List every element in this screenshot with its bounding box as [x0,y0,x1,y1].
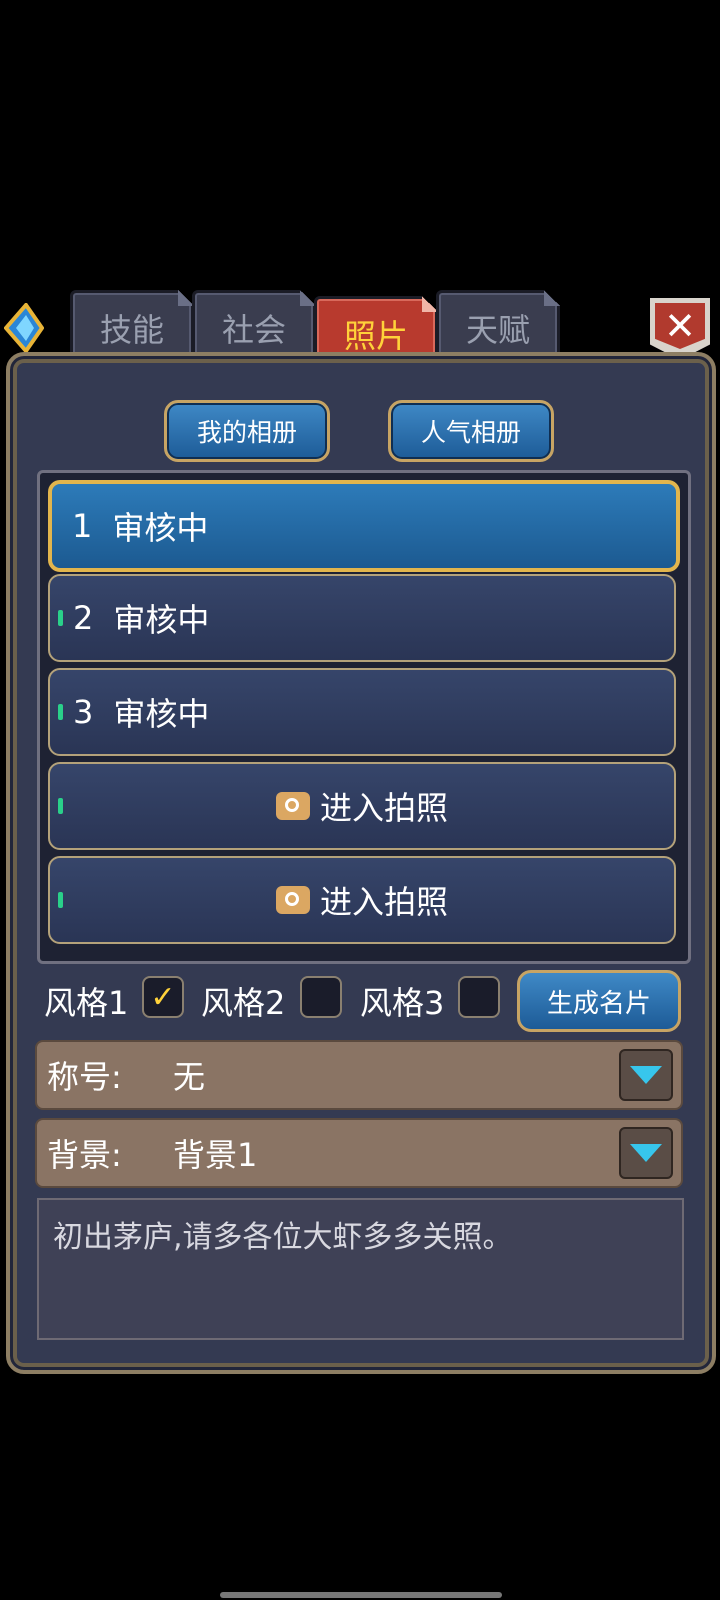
signature-input[interactable]: 初出茅庐,请多各位大虾多多关照。 [37,1198,684,1340]
background-dropdown-button[interactable] [619,1127,673,1179]
tab-label: 天赋 [465,311,530,349]
check-icon: ✓ [150,979,176,1015]
title-select[interactable]: 称号: 无 [35,1040,683,1110]
photo-slot-1[interactable]: 1 审核中 [48,480,680,572]
close-button[interactable]: ✕ [650,298,710,360]
close-icon: ✕ [655,303,705,349]
background-value: 背景1 [173,1136,258,1174]
camera-icon [275,886,310,914]
home-indicator[interactable] [220,1592,502,1598]
photo-slot-2[interactable]: 2 审核中 [48,574,676,662]
photo-slot-4[interactable]: 进入拍照 [48,762,676,850]
slot-number: 2 [73,599,94,637]
slot-indicator [58,892,63,908]
signature-text: 初出茅庐,请多各位大虾多多关照。 [53,1220,513,1255]
take-photo-label: 进入拍照 [319,883,448,921]
tab-label: 技能 [99,311,164,349]
title-dropdown-button[interactable] [619,1049,673,1101]
slot-number: 3 [73,693,94,731]
background-select[interactable]: 背景: 背景1 [35,1118,683,1188]
title-value: 无 [173,1058,206,1096]
back-arrow-icon[interactable] [4,303,44,353]
style-3-label: 风格3 [360,984,445,1022]
slot-number: 1 [72,507,93,545]
slot-indicator [58,798,63,814]
generate-card-button[interactable]: 生成名片 [517,970,681,1032]
chevron-down-icon [630,1144,662,1162]
take-photo-label: 进入拍照 [319,789,448,827]
slot-indicator [58,610,63,626]
background-label: 背景: [47,1136,122,1174]
slot-status: 审核中 [112,509,209,547]
title-label: 称号: [47,1058,122,1096]
slot-status: 审核中 [113,695,210,733]
slot-indicator [58,704,63,720]
style-1-checkbox[interactable]: ✓ [142,976,184,1018]
camera-icon [275,792,310,820]
style-3-checkbox[interactable] [458,976,500,1018]
chevron-down-icon [630,1066,662,1084]
tab-label: 照片 [343,317,408,355]
tab-label: 社会 [221,311,286,349]
slot-status: 审核中 [113,601,210,639]
photo-slot-5[interactable]: 进入拍照 [48,856,676,944]
style-2-checkbox[interactable] [300,976,342,1018]
my-album-button[interactable]: 我的相册 [164,400,330,462]
popular-album-button[interactable]: 人气相册 [388,400,554,462]
style-2-label: 风格2 [201,984,286,1022]
photo-slot-3[interactable]: 3 审核中 [48,668,676,756]
style-1-label: 风格1 [44,984,129,1022]
